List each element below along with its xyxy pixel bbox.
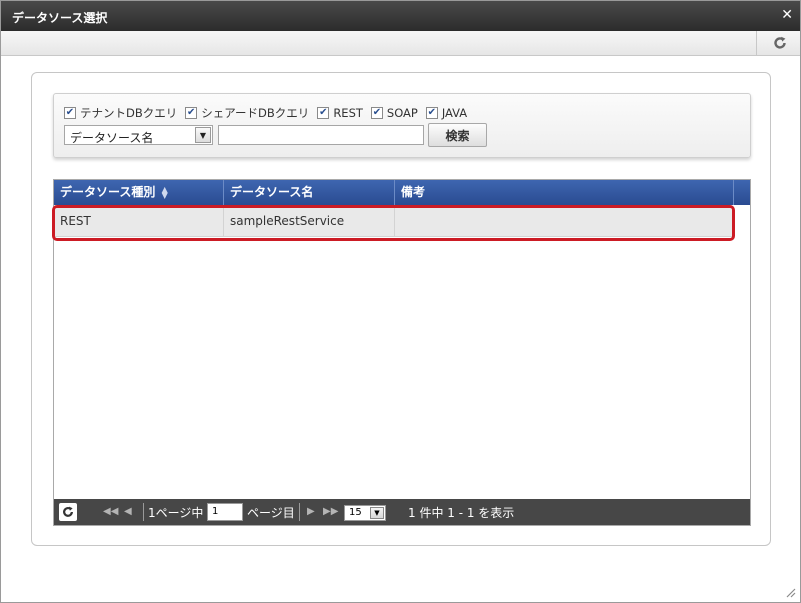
column-header-label: データソース種別 <box>60 185 156 199</box>
column-header-name[interactable]: データソース名 <box>224 180 395 205</box>
row-highlight-annotation <box>52 205 735 241</box>
page-prefix: 1ページ中 <box>148 506 204 520</box>
dialog-titlebar[interactable]: データソース選択 ✕ <box>1 1 800 31</box>
checkbox-checked-icon[interactable]: ✔ <box>317 107 330 119</box>
next-page-icon[interactable]: ▶ <box>307 505 315 519</box>
checkbox-rest[interactable]: ✔ REST <box>317 106 363 120</box>
grid-header: データソース種別 ▲ ▼ データソース名 備考 <box>54 180 750 205</box>
dialog-title: データソース選択 <box>12 11 108 25</box>
pager-bar: ◀◀ ◀ 1ページ中 1 ページ目 ▶ ▶▶ 15 ▼ 1 件中 1 - 1 を… <box>54 499 750 525</box>
search-input[interactable] <box>218 125 424 145</box>
toolbar-refresh-button[interactable] <box>756 31 800 55</box>
type-filter-checkboxes: ✔ テナントDBクエリ ✔ シェアードDBクエリ ✔ REST ✔ SOAP ✔ <box>64 105 475 121</box>
column-header-note[interactable]: 備考 <box>395 180 734 205</box>
checkbox-soap[interactable]: ✔ SOAP <box>370 106 418 120</box>
checkbox-label: REST <box>333 106 363 120</box>
chevron-down-icon[interactable]: ▼ <box>195 127 211 143</box>
pager-separator <box>299 503 300 521</box>
checkbox-checked-icon[interactable]: ✔ <box>185 107 198 119</box>
page-number-input[interactable]: 1 <box>207 503 243 521</box>
checkbox-checked-icon[interactable]: ✔ <box>64 107 76 119</box>
checkbox-label: SOAP <box>386 106 418 120</box>
last-page-icon[interactable]: ▶▶ <box>323 505 338 519</box>
dialog-toolbar <box>1 31 800 56</box>
column-header-type[interactable]: データソース種別 ▲ ▼ <box>54 180 224 205</box>
data-source-dialog: データソース選択 ✕ ✔ テナントDBクエリ ✔ シェアードDBクエリ ✔ RE… <box>0 0 801 603</box>
resize-grip-icon[interactable] <box>784 586 796 598</box>
per-page-select[interactable]: 15 ▼ <box>344 505 386 521</box>
chevron-down-icon[interactable]: ▼ <box>370 507 384 519</box>
checkbox-checked-icon[interactable]: ✔ <box>370 107 383 119</box>
search-button[interactable]: 検索 <box>428 123 487 147</box>
checkbox-label: JAVA <box>441 106 468 120</box>
page-suffix: ページ目 <box>247 506 295 520</box>
column-header-label: 備考 <box>401 185 426 199</box>
column-header-label: データソース名 <box>230 185 314 199</box>
sort-icon[interactable]: ▲ ▼ <box>162 185 168 199</box>
checkbox-checked-icon[interactable]: ✔ <box>425 107 438 119</box>
refresh-icon <box>773 36 786 49</box>
checkbox-java[interactable]: ✔ JAVA <box>425 106 468 120</box>
checkbox-label: シェアードDBクエリ <box>201 106 310 120</box>
search-field-selected: データソース名 <box>70 131 154 145</box>
data-source-grid: データソース種別 ▲ ▼ データソース名 備考 REST sampleRestSe… <box>52 179 751 526</box>
per-page-value: 15 <box>349 507 362 518</box>
search-panel: ✔ テナントDBクエリ ✔ シェアードDBクエリ ✔ REST ✔ SOAP ✔ <box>53 93 751 158</box>
pager-summary: 1 件中 1 - 1 を表示 <box>408 506 515 520</box>
checkbox-tenant-db-query[interactable]: ✔ テナントDBクエリ <box>64 105 177 121</box>
close-icon[interactable]: ✕ <box>781 7 793 23</box>
checkbox-label: テナントDBクエリ <box>80 106 178 120</box>
pager-refresh-button[interactable] <box>59 503 77 521</box>
prev-page-icon[interactable]: ◀ <box>124 505 132 519</box>
content-panel: ✔ テナントDBクエリ ✔ シェアードDBクエリ ✔ REST ✔ SOAP ✔ <box>31 72 771 546</box>
first-page-icon[interactable]: ◀◀ <box>103 505 118 519</box>
search-field-select[interactable]: データソース名 ▼ <box>64 125 213 145</box>
pager-separator <box>143 503 144 521</box>
refresh-icon <box>63 506 73 517</box>
checkbox-shared-db-query[interactable]: ✔ シェアードDBクエリ <box>185 105 309 121</box>
